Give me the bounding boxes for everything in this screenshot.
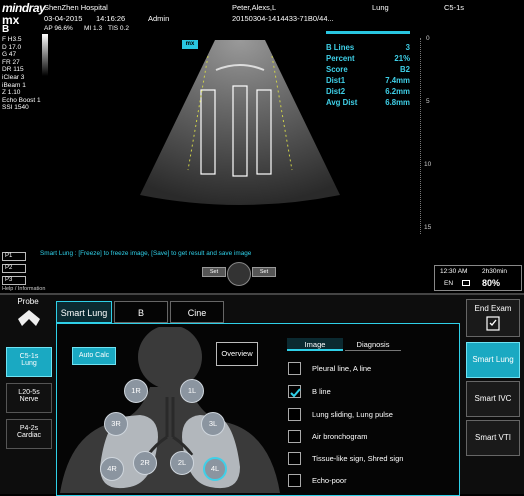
timer: 2h30min [482,268,507,275]
set-right-button[interactable]: Set [252,267,276,277]
sign-label: Echo-poor [312,476,347,485]
measurement-row: B Lines 3 [326,43,410,52]
sign-label: Pleural line, A line [312,364,372,373]
region-2r[interactable]: 2R [133,451,157,475]
clock: 12:30 AM [440,268,468,275]
clipboard-check-icon [486,316,500,331]
checkbox-pleural-line[interactable] [288,362,301,375]
end-exam-button[interactable]: End Exam [466,299,520,337]
trackball-knob[interactable] [227,262,251,286]
depth-tick: 0 [426,35,430,42]
param: SSI 1540 [2,104,29,112]
mi-value: MI 1.3 [84,25,103,32]
checkbox-b-line[interactable] [288,385,301,398]
probe-title: Probe [17,297,39,306]
measurement-row: Dist1 7.4mm [326,76,410,85]
param: iClear 3 [2,73,25,81]
param: F H3.5 [2,36,22,43]
param: Z 1.10 [2,89,21,97]
probe-code: C5-1s [444,3,465,12]
exam-id: 20150304-1414433-71B0/44... [232,14,334,23]
tis-value: TIS 0.2 [108,25,129,32]
sign-label: Lung sliding, Lung pulse [312,410,393,419]
param: DR 115 [2,66,24,74]
touch-panel: Probe C5-1s Lung L20-5s Nerve P4-2s Card… [0,293,524,496]
measurement-row: Avg Dist 6.8mm [326,98,410,107]
language: EN [444,280,454,287]
ultrasound-image [140,40,340,205]
region-2l[interactable]: 2L [170,451,194,475]
depth-tick: 15 [424,224,432,231]
hospital-name: ShenZhen Hospital [44,3,108,12]
ultrasound-display: mindray mx B ShenZhen Hospital Peter,Ale… [0,0,524,293]
param: G 47 [2,51,17,59]
probe-l20-5s-nerve[interactable]: L20-5s Nerve [6,383,52,413]
sign-label: Tissue-like sign, Shred sign [312,454,404,463]
measurement-row: Score B2 [326,65,410,74]
region-4r[interactable]: 4R [100,457,124,481]
end-exam-label: End Exam [474,304,512,313]
mx-badge: mx [182,40,198,49]
measurement-bar [326,31,410,34]
region-1l[interactable]: 1L [180,379,204,403]
param: Echo Boost 1 [2,96,41,104]
checkbox-air-bronchogram[interactable] [288,430,301,443]
smart-vti-button[interactable]: Smart VTI [466,420,520,456]
checkbox-tissue-like-sign[interactable] [288,452,301,465]
region-3l[interactable]: 3L [201,412,225,436]
battery-level: 80% [482,278,501,288]
exam-date: 03-04-2015 [44,14,83,23]
checkbox-lung-sliding[interactable] [288,408,301,421]
measurement-row: Percent 21% [326,54,410,63]
measurement-row: Dist2 6.2mm [326,87,410,96]
operator: Admin [148,14,170,23]
grayscale-bar [42,34,48,76]
exam-mode: Lung [372,3,389,12]
check-icon [290,388,301,398]
sign-label: Air bronchogram [312,432,368,441]
depth-scale-line [420,38,421,234]
measurement-panel: B Lines 3 Percent 21% Score B2 Dist1 7.4mm D… [326,31,410,108]
set-left-button[interactable]: Set [202,267,226,277]
param: D 17.0 [2,43,22,51]
region-3r[interactable]: 3R [104,412,128,436]
param: iBeam 1 [2,81,26,89]
battery-icon [462,280,470,286]
smart-lung-hint: Smart Lung : [Freeze] to freeze image, [… [40,250,252,257]
depth-tick: 10 [424,161,432,168]
ap-value: AP 96.6% [44,25,73,32]
help-info[interactable]: Help / Information [2,286,45,292]
patient-name: Peter,Alexs,L [232,3,277,12]
preset-p2[interactable]: P2 [2,264,26,273]
imaging-parameters: F H3.5 D 17.0 G 47 FR 27 DR 115 iClear 3… [2,36,41,112]
exam-time: 14:16:26 [96,14,126,23]
overview-button[interactable]: Overview [216,342,258,366]
probe-c5-1s-lung[interactable]: C5-1s Lung [6,347,52,377]
subtab-diagnosis[interactable]: Diagnosis [345,338,401,351]
param: FR 27 [2,58,20,66]
probe-p4-2s-cardiac[interactable]: P4-2s Cardiac [6,419,52,449]
checkbox-echo-poor[interactable] [288,474,301,487]
region-4l[interactable]: 4L [203,457,227,481]
depth-tick: 5 [426,98,430,105]
subtab-image[interactable]: Image [287,338,343,351]
smart-ivc-button[interactable]: Smart IVC [466,381,520,417]
region-1r[interactable]: 1R [124,379,148,403]
tab-smart-lung[interactable]: Smart Lung [56,301,112,323]
b-mode-label: B [2,24,10,35]
tab-b[interactable]: B [114,301,168,323]
smart-lung-button[interactable]: Smart Lung [466,342,520,378]
probe-icon [16,309,42,327]
sign-label: B line [312,387,331,396]
auto-calc-button[interactable]: Auto Calc [72,347,116,365]
preset-p1[interactable]: P1 [2,252,26,261]
preset-p3[interactable]: P3 [2,276,26,285]
tab-cine[interactable]: Cine [170,301,224,323]
